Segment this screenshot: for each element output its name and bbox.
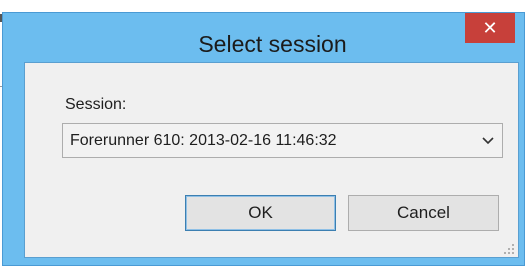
select-session-dialog: Select session ✕ Session: Forerunner 610…: [2, 12, 525, 266]
resize-grip-icon[interactable]: [503, 242, 515, 254]
session-label: Session:: [65, 96, 127, 113]
session-dropdown[interactable]: Forerunner 610: 2013-02-16 11:46:32: [62, 123, 503, 158]
close-icon: ✕: [482, 17, 498, 38]
ok-button[interactable]: OK: [185, 195, 336, 231]
session-dropdown-value: Forerunner 610: 2013-02-16 11:46:32: [70, 131, 337, 149]
close-button[interactable]: ✕: [465, 13, 515, 43]
dialog-title: Select session: [198, 31, 347, 57]
chevron-down-icon: [474, 136, 502, 145]
dialog-body: Session: Forerunner 610: 2013-02-16 11:4…: [24, 62, 519, 258]
cancel-button[interactable]: Cancel: [348, 195, 499, 231]
